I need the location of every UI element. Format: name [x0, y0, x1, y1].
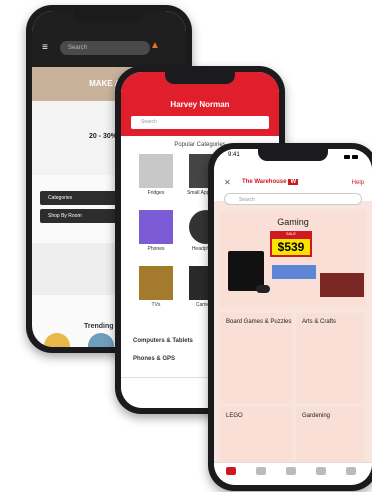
controller-image: [256, 285, 270, 293]
home-icon[interactable]: [226, 467, 236, 475]
arts-crafts-card[interactable]: Arts & Crafts: [296, 313, 364, 403]
gaming-card[interactable]: Gaming SALE $539: [220, 211, 366, 307]
tile-label: Fridges: [147, 190, 165, 196]
tv-icon: [139, 266, 173, 300]
tile-tvs[interactable]: TVs: [135, 266, 177, 308]
card-title: Gaming: [277, 217, 309, 227]
notch: [165, 72, 235, 84]
games-image: [320, 273, 364, 297]
card-title: Arts & Crafts: [302, 319, 337, 325]
phone-icon: [139, 210, 173, 244]
search-input[interactable]: Search: [224, 193, 362, 205]
notch: [74, 11, 144, 23]
app-logo: The Warehouse W: [242, 179, 299, 185]
cart-icon[interactable]: [286, 467, 296, 475]
help-link[interactable]: Help: [352, 180, 364, 186]
tile-phones[interactable]: Phones: [135, 210, 177, 252]
board-games-card[interactable]: Board Games & Puzzles: [220, 313, 292, 403]
account-icon[interactable]: [346, 467, 356, 475]
card-title: Gardening: [302, 413, 331, 419]
tile-label: Phones: [147, 246, 165, 252]
category-row[interactable]: Phones & GPS: [133, 356, 175, 362]
logo-text: The Warehouse: [242, 179, 287, 185]
accessories-image: [272, 265, 316, 279]
screen: 9:41 ✕ The Warehouse W Help Search Gaming…: [214, 149, 372, 485]
tab-bar: [214, 462, 372, 485]
search-input[interactable]: Search: [60, 41, 150, 55]
menu-icon[interactable]: ≡: [42, 42, 48, 53]
battery-icon: [352, 155, 358, 159]
thumbnail[interactable]: [88, 333, 114, 347]
bag-icon[interactable]: ▲: [150, 40, 160, 51]
status-bar: 9:41: [228, 152, 358, 162]
logo-badge: W: [288, 179, 299, 185]
fridge-icon: [139, 154, 173, 188]
category-row[interactable]: Computers & Tablets: [133, 338, 193, 344]
app-logo: Harvey Norman: [170, 100, 230, 109]
categories-icon[interactable]: [256, 467, 266, 475]
card-title: Board Games & Puzzles: [226, 319, 292, 325]
thumbnail[interactable]: [44, 333, 70, 347]
card-title: LEGO: [226, 413, 243, 419]
price-tag: $539: [270, 237, 312, 257]
price-badge: SALE $539: [270, 231, 312, 257]
close-icon[interactable]: ✕: [224, 178, 231, 187]
status-time: 9:41: [228, 152, 240, 158]
tile-fridges[interactable]: Fridges: [135, 154, 177, 196]
search-icon[interactable]: [316, 467, 326, 475]
tile-label: TVs: [151, 302, 161, 308]
phone-warehouse-app: 9:41 ✕ The Warehouse W Help Search Gaming…: [208, 143, 372, 491]
trending-thumbnails: [44, 327, 124, 347]
search-input[interactable]: Search: [131, 116, 269, 129]
status-icons: [344, 152, 358, 162]
signal-icon: [344, 155, 350, 159]
